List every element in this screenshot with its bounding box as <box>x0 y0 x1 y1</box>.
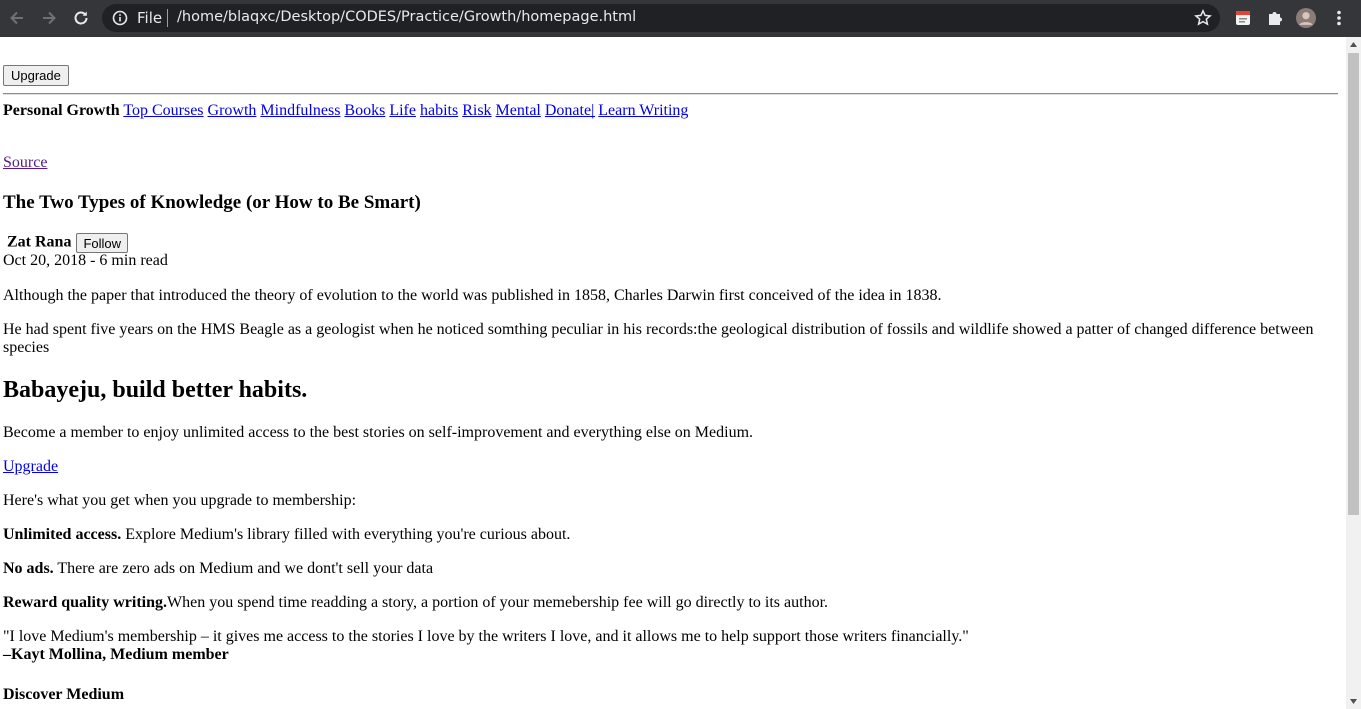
benefit-reward-writing: Reward quality writing.When you spend ti… <box>3 594 1323 612</box>
author-name: Zat Rana <box>7 233 72 251</box>
source-link[interactable]: Source <box>3 154 47 172</box>
scroll-up-arrow-icon[interactable] <box>1349 40 1358 49</box>
forward-arrow-icon <box>43 11 56 25</box>
back-button[interactable] <box>6 7 28 29</box>
benefit-text: When you spend time readding a story, a … <box>167 594 829 611</box>
nav-link-top-courses[interactable]: Top Courses <box>123 102 203 119</box>
nav-link-mental[interactable]: Mental <box>496 102 541 119</box>
back-arrow-icon <box>10 11 23 25</box>
main-nav: Personal Growth Top Courses Growth Mindf… <box>3 102 688 120</box>
article-paragraph-2: He had spent five years on the HMS Beagl… <box>3 321 1314 356</box>
forward-button[interactable] <box>38 7 60 29</box>
scrollbar-thumb[interactable] <box>1348 53 1359 515</box>
upgrade-link[interactable]: Upgrade <box>3 458 58 476</box>
nav-link-books[interactable]: Books <box>344 102 385 119</box>
nav-link-life[interactable]: Life <box>389 102 416 119</box>
nav-brand: Personal Growth <box>3 102 120 119</box>
article-meta: Oct 20, 2018 - 6 min read <box>3 252 168 269</box>
benefit-no-ads: No ads. There are zero ads on Medium and… <box>3 560 1323 578</box>
benefit-text: Explore Medium's library filled with eve… <box>121 526 571 543</box>
kebab-menu-icon <box>1337 10 1341 26</box>
testimonial-author: –Kayt Mollina, Medium member <box>3 646 229 663</box>
extensions-menu-button[interactable] <box>1265 8 1285 28</box>
url-text[interactable]: /home/blaqxc/Desktop/CODES/Practice/Grow… <box>177 9 636 25</box>
scroll-down-arrow-icon[interactable] <box>1349 697 1358 706</box>
address-bar[interactable]: File /home/blaqxc/Desktop/CODES/Practice… <box>102 4 1220 32</box>
puzzle-icon <box>1269 12 1282 25</box>
web-page: Upgrade Personal Growth Top Courses Grow… <box>0 37 1346 709</box>
browser-toolbar: File /home/blaqxc/Desktop/CODES/Practice… <box>0 0 1361 37</box>
author-line: Zat Rana Follow <box>7 233 129 253</box>
discover-medium-heading: Discover Medium <box>3 686 125 703</box>
reload-button[interactable] <box>70 7 92 29</box>
benefit-title: No ads. <box>3 560 54 577</box>
benefit-title: Reward quality writing. <box>3 594 167 611</box>
profile-avatar-button[interactable] <box>1296 8 1316 28</box>
browser-menu-button[interactable] <box>1329 8 1349 28</box>
promo-heading: Babayeju, build better habits. <box>3 377 308 403</box>
url-separator <box>167 9 168 27</box>
upgrade-button[interactable]: Upgrade <box>3 65 69 86</box>
horizontal-rule <box>3 93 1338 95</box>
follow-button[interactable]: Follow <box>76 233 129 253</box>
nav-link-learn-writing[interactable]: Learn Writing <box>598 102 688 119</box>
file-scheme-label: File <box>137 9 163 27</box>
nav-link-risk[interactable]: Risk <box>462 102 491 119</box>
nav-link-separator[interactable]: | <box>591 102 594 119</box>
membership-intro: Here's what you get when you upgrade to … <box>3 492 357 509</box>
nav-link-donate[interactable]: Donate <box>545 102 595 119</box>
benefit-text: There are zero ads on Medium and we dont… <box>53 560 434 577</box>
info-icon[interactable] <box>112 10 128 26</box>
article-title: The Two Types of Knowledge (or How to Be… <box>3 192 421 213</box>
avatar-icon <box>1296 8 1316 28</box>
nav-link-growth[interactable]: Growth <box>208 102 257 119</box>
nav-link-mindfulness[interactable]: Mindfulness <box>260 102 340 119</box>
benefit-title: Unlimited access. <box>3 526 122 543</box>
nav-link-habits[interactable]: habits <box>420 102 458 119</box>
bookmark-star-icon[interactable] <box>1194 9 1212 27</box>
reload-icon <box>74 11 88 25</box>
article-paragraph-1: Although the paper that introduced the t… <box>3 287 942 304</box>
promo-intro: Become a member to enjoy unlimited acces… <box>3 424 754 441</box>
testimonial-quote: "I love Medium's membership – it gives m… <box>3 628 969 645</box>
extension-button[interactable] <box>1233 8 1253 28</box>
benefit-unlimited-access: Unlimited access. Explore Medium's libra… <box>3 526 1323 544</box>
notes-extension-icon <box>1236 11 1250 25</box>
